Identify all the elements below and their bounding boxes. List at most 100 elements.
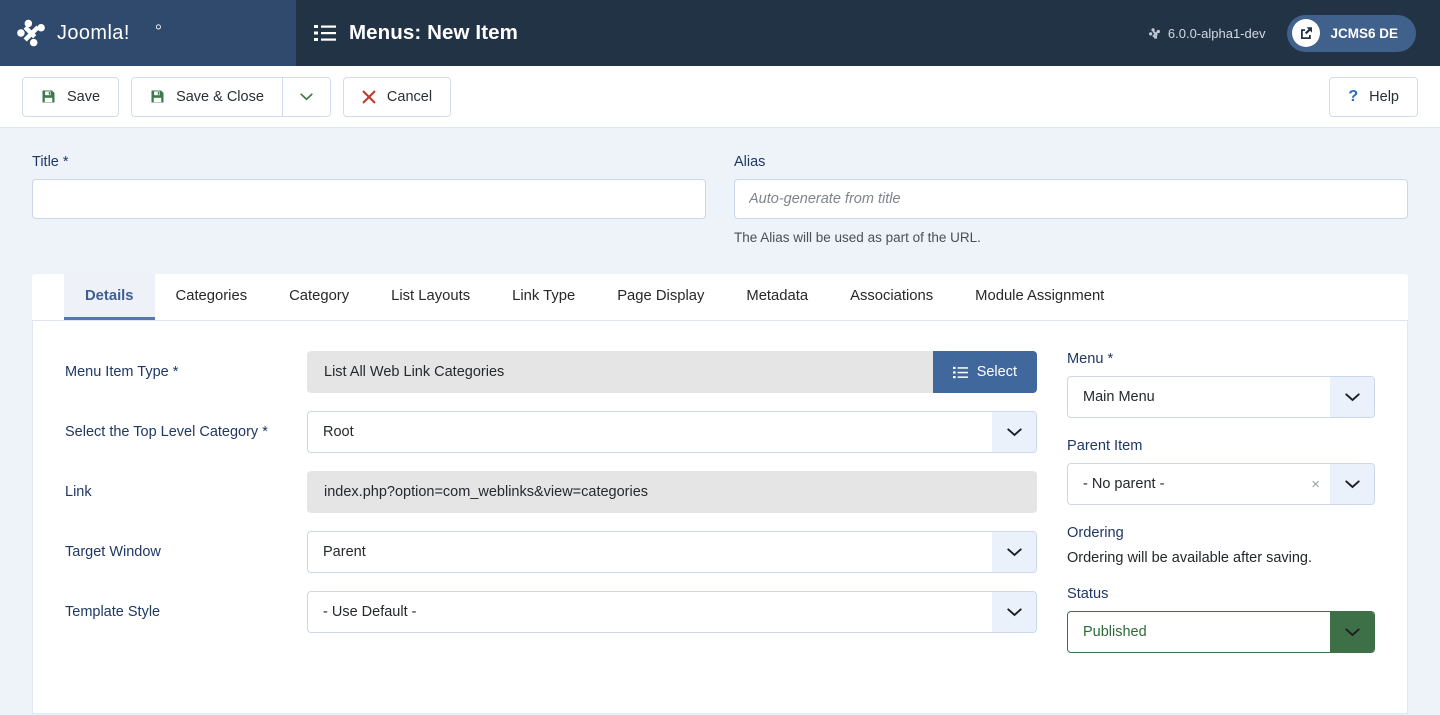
svg-text:Joomla!: Joomla! [57, 22, 130, 44]
save-button[interactable]: Save [22, 76, 120, 117]
tab-categories[interactable]: Categories [154, 274, 269, 320]
target-window-select[interactable]: Parent [307, 531, 1037, 573]
version-indicator: 6.0.0-alpha1-dev [1148, 25, 1266, 41]
menu-item-type-row: Menu Item Type * List All Web Link Categ… [65, 351, 1037, 393]
help-button[interactable]: ? Help [1329, 76, 1418, 117]
target-window-value: Parent [323, 544, 366, 560]
save-options-dropdown-toggle[interactable] [282, 76, 331, 117]
visit-site-button[interactable]: JCMS6 DE [1287, 14, 1416, 52]
link-row: Link index.php?option=com_weblinks&view=… [65, 471, 1037, 513]
details-side-column: Menu * Main Menu Parent Item - No parent… [1067, 351, 1375, 673]
title-input[interactable] [32, 179, 706, 219]
details-main-column: Menu Item Type * List All Web Link Categ… [65, 351, 1037, 673]
status-select[interactable]: Published [1067, 611, 1375, 653]
target-window-control: Parent [307, 531, 1037, 573]
ordering-field-group: Ordering Ordering will be available afte… [1067, 525, 1375, 566]
title-label: Title * [32, 154, 69, 170]
tab-category[interactable]: Category [268, 274, 371, 320]
chevron-down-icon [1330, 377, 1374, 417]
details-panel: Menu Item Type * List All Web Link Categ… [32, 321, 1408, 714]
tabs-section: Details Categories Category List Layouts… [32, 274, 1408, 714]
tab-bar: Details Categories Category List Layouts… [32, 274, 1408, 321]
menu-value: Main Menu [1083, 389, 1155, 405]
joomla-brand-icon [17, 19, 45, 47]
close-icon [362, 90, 376, 103]
chevron-down-icon [992, 592, 1036, 632]
list-icon [952, 366, 968, 378]
page-heading: Menus: New Item [314, 21, 518, 45]
clear-parent-item-icon[interactable]: × [1311, 464, 1330, 504]
save-and-close-button[interactable]: Save & Close [131, 76, 283, 117]
select-button-label: Select [976, 364, 1017, 380]
parent-item-label: Parent Item [1067, 438, 1143, 454]
external-link-icon [1292, 19, 1321, 47]
alias-field-group: Alias The Alias will be used as part of … [734, 154, 1408, 245]
joomla-wordmark: Joomla! [57, 22, 161, 44]
joomla-logo[interactable]: Joomla! [14, 16, 187, 50]
top-level-category-row: Select the Top Level Category * Root [65, 411, 1037, 453]
help-button-label: Help [1369, 88, 1399, 105]
chevron-down-icon [992, 412, 1036, 452]
alias-input[interactable] [734, 179, 1408, 219]
cancel-button[interactable]: Cancel [342, 76, 452, 117]
menu-field-group: Menu * Main Menu [1067, 351, 1375, 418]
top-level-category-control: Root [307, 411, 1037, 453]
template-style-value: - Use Default - [323, 604, 417, 620]
save-and-close-label: Save & Close [176, 88, 264, 105]
title-field-group: Title * [32, 154, 706, 245]
chevron-down-icon [992, 532, 1036, 572]
menu-select[interactable]: Main Menu [1067, 376, 1375, 418]
link-value: index.php?option=com_weblinks&view=categ… [307, 471, 1037, 513]
question-mark-icon: ? [1348, 87, 1359, 105]
page-title: Menus: New Item [349, 21, 518, 44]
header-main: Menus: New Item 6.0.0-alpha1-dev JCMS6 D… [296, 0, 1440, 66]
target-window-row: Target Window Parent [65, 531, 1037, 573]
tab-page-display[interactable]: Page Display [596, 274, 726, 320]
menu-item-type-label: Menu Item Type * [65, 364, 179, 380]
top-header-bar: Joomla! Menus: New Item 6.0.0-alpha1-dev… [0, 0, 1440, 66]
save-close-button-group: Save & Close [131, 76, 331, 117]
tab-associations[interactable]: Associations [829, 274, 955, 320]
parent-item-select[interactable]: - No parent - × [1067, 463, 1375, 505]
status-label: Status [1067, 586, 1109, 602]
alias-label: Alias [734, 154, 766, 170]
status-field-group: Status Published [1067, 586, 1375, 653]
menu-item-type-value: List All Web Link Categories [307, 351, 933, 393]
top-level-category-label: Select the Top Level Category * [65, 424, 268, 440]
version-label: 6.0.0-alpha1-dev [1167, 25, 1266, 41]
menu-list-icon [314, 25, 336, 41]
template-style-select[interactable]: - Use Default - [307, 591, 1037, 633]
template-style-row: Template Style - Use Default - [65, 591, 1037, 633]
tab-details[interactable]: Details [64, 274, 155, 320]
link-control: index.php?option=com_weblinks&view=categ… [307, 471, 1037, 513]
ordering-note: Ordering will be available after saving. [1067, 550, 1313, 566]
tab-list-layouts[interactable]: List Layouts [370, 274, 492, 320]
page-content: Title * Alias The Alias will be used as … [0, 128, 1440, 714]
tab-metadata[interactable]: Metadata [725, 274, 830, 320]
top-level-category-value: Root [323, 424, 354, 440]
save-button-label: Save [67, 88, 101, 105]
tab-link-type[interactable]: Link Type [491, 274, 597, 320]
status-value: Published [1083, 624, 1147, 640]
top-level-category-select[interactable]: Root [307, 411, 1037, 453]
template-style-control: - Use Default - [307, 591, 1037, 633]
site-name-label: JCMS6 DE [1330, 25, 1398, 41]
action-toolbar: Save Save & Close Cancel ? Help [0, 66, 1440, 128]
ordering-label: Ordering [1067, 525, 1124, 541]
parent-item-value: - No parent - [1083, 476, 1165, 492]
target-window-label: Target Window [65, 544, 161, 560]
select-menu-item-type-button[interactable]: Select [932, 351, 1037, 393]
menu-label: Menu * [1067, 351, 1114, 367]
chevron-down-icon [1330, 464, 1374, 504]
title-alias-row: Title * Alias The Alias will be used as … [32, 154, 1408, 245]
chevron-down-icon [1330, 612, 1374, 652]
alias-help-text: The Alias will be used as part of the UR… [734, 230, 981, 245]
tab-module-assignment[interactable]: Module Assignment [954, 274, 1126, 320]
template-style-label: Template Style [65, 604, 161, 620]
cancel-button-label: Cancel [386, 88, 433, 105]
brand-panel[interactable]: Joomla! [0, 0, 296, 66]
save-icon [42, 90, 55, 103]
parent-item-field-group: Parent Item - No parent - × [1067, 438, 1375, 505]
link-label: Link [65, 484, 92, 500]
chevron-down-icon [300, 92, 313, 100]
